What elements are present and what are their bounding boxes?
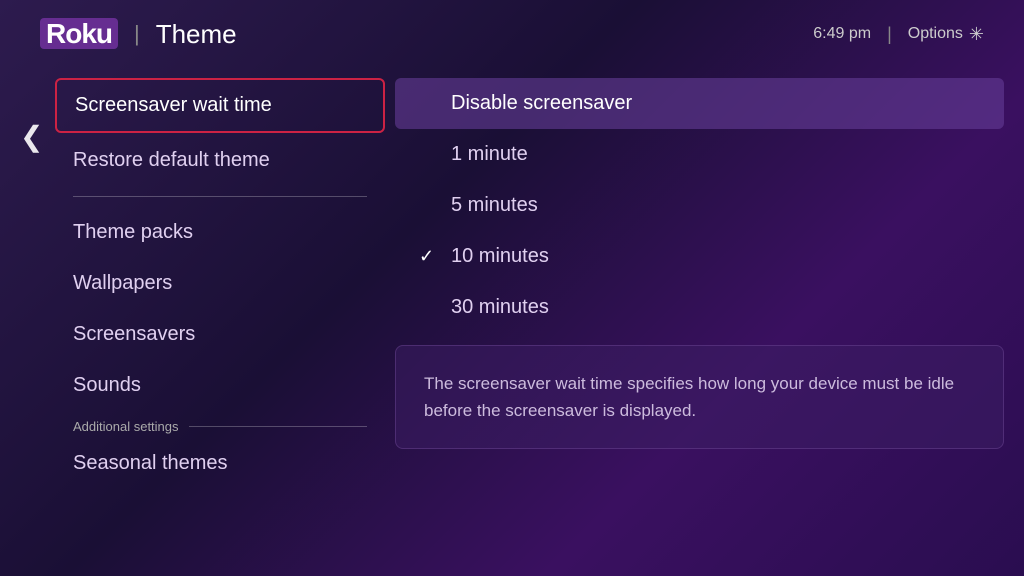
sidebar-item-wallpapers[interactable]: Wallpapers <box>55 258 385 309</box>
sidebar-item-sounds[interactable]: Sounds <box>55 360 385 411</box>
roku-logo: Roku <box>40 18 118 50</box>
header-right-divider: | <box>887 24 892 45</box>
option-disable-screensaver[interactable]: Disable screensaver <box>395 78 1004 129</box>
options-label: Options <box>908 25 963 43</box>
option-30-minutes[interactable]: 30 minutes <box>395 282 1004 333</box>
option-label: Disable screensaver <box>451 92 632 115</box>
menu-divider-1 <box>73 196 367 197</box>
main-content: ❮ Screensaver wait time Restore default … <box>0 68 1024 572</box>
sidebar-item-label: Seasonal themes <box>73 452 228 474</box>
options-icon: ✳ <box>969 24 984 45</box>
sidebar-item-label: Sounds <box>73 374 141 396</box>
sidebar-item-seasonal-themes[interactable]: Seasonal themes <box>55 438 385 489</box>
check-mark-icon: ✓ <box>419 246 439 267</box>
header: Roku | Theme 6:49 pm | Options ✳ <box>0 0 1024 68</box>
additional-settings-label: Additional settings <box>73 419 179 434</box>
sidebar-item-label: Wallpapers <box>73 272 172 294</box>
description-box: The screensaver wait time specifies how … <box>395 345 1004 449</box>
option-10-minutes[interactable]: ✓ 10 minutes <box>395 231 1004 282</box>
header-right: 6:49 pm | Options ✳ <box>813 24 984 45</box>
section-line <box>189 426 367 427</box>
left-menu: Screensaver wait time Restore default th… <box>55 68 385 572</box>
sidebar-item-screensavers[interactable]: Screensavers <box>55 309 385 360</box>
sidebar-item-label: Theme packs <box>73 221 193 243</box>
description-text: The screensaver wait time specifies how … <box>424 374 954 420</box>
clock-display: 6:49 pm <box>813 25 871 43</box>
sidebar-item-label: Screensaver wait time <box>75 94 272 116</box>
sidebar-back: ❮ <box>0 68 55 572</box>
sidebar-item-label: Screensavers <box>73 323 195 345</box>
right-panel: Disable screensaver 1 minute 5 minutes ✓… <box>385 68 1024 572</box>
header-divider: | <box>134 21 140 47</box>
option-label: 30 minutes <box>451 296 549 319</box>
option-5-minutes[interactable]: 5 minutes <box>395 180 1004 231</box>
option-label: 1 minute <box>451 143 528 166</box>
options-button[interactable]: Options ✳ <box>908 24 984 45</box>
sidebar-item-restore-default-theme[interactable]: Restore default theme <box>55 135 385 186</box>
sidebar-item-screensaver-wait-time[interactable]: Screensaver wait time <box>55 78 385 133</box>
option-label: 5 minutes <box>451 194 538 217</box>
option-1-minute[interactable]: 1 minute <box>395 129 1004 180</box>
option-label: 10 minutes <box>451 245 549 268</box>
back-arrow-icon[interactable]: ❮ <box>20 120 43 153</box>
page-title: Theme <box>156 19 237 50</box>
sidebar-item-theme-packs[interactable]: Theme packs <box>55 207 385 258</box>
sidebar-item-label: Restore default theme <box>73 149 270 171</box>
additional-settings-section: Additional settings <box>55 411 385 438</box>
